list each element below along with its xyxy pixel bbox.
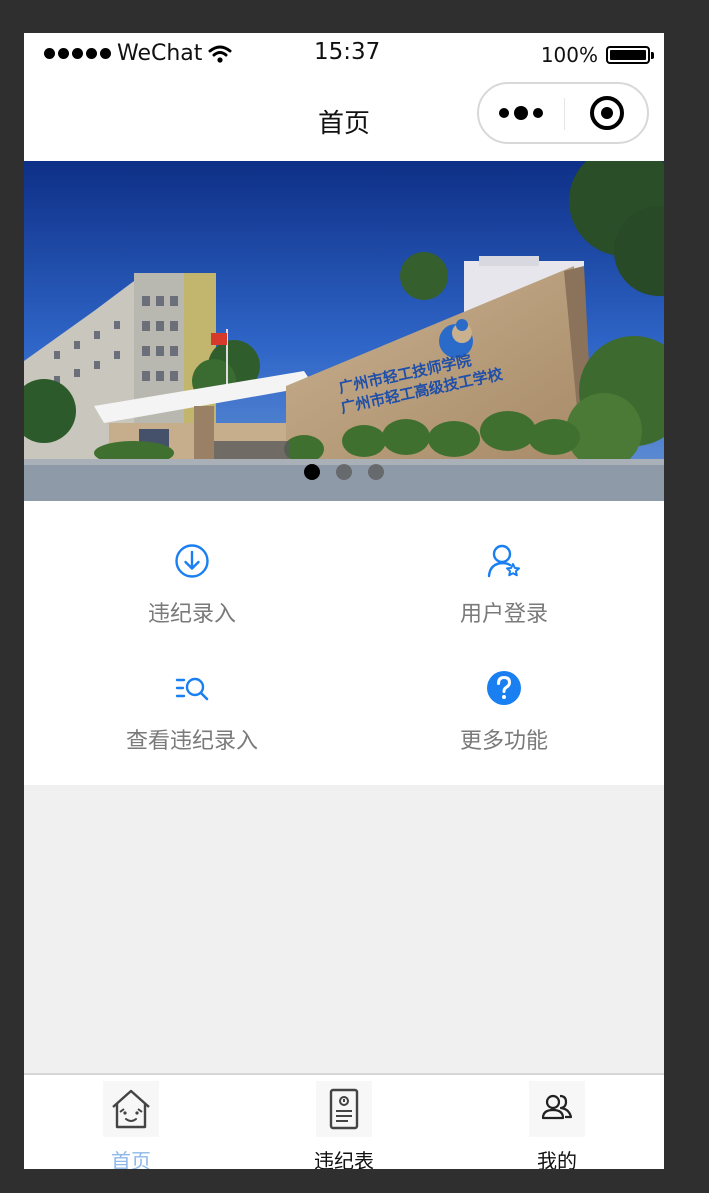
status-bar-left: WeChat — [44, 41, 232, 66]
battery-icon — [606, 46, 654, 64]
battery-percent: 100% — [540, 43, 598, 67]
grid-item-view-violations[interactable]: 查看违纪录入 — [32, 628, 352, 758]
home-icon — [103, 1081, 159, 1137]
status-time: 15:37 — [314, 39, 381, 65]
phone-screen: WeChat 15:37 100% 首页 广州市轻工技师学院 广州市轻工高级技工… — [24, 33, 664, 1169]
tab-home-label: 首页 — [111, 1149, 151, 1169]
function-grid: 违纪录入 用户登录 查看违纪录入 更多功能 — [24, 501, 664, 785]
carrier-label: WeChat — [117, 41, 203, 66]
carousel-dot-2[interactable] — [336, 464, 352, 480]
users-icon — [529, 1081, 585, 1137]
help-circle-icon — [487, 671, 521, 705]
more-icon[interactable] — [499, 106, 543, 120]
status-bar: WeChat 15:37 100% — [24, 33, 664, 77]
wifi-icon — [208, 45, 232, 63]
tab-violations-label: 违纪表 — [314, 1149, 374, 1169]
carousel-indicator — [304, 464, 384, 480]
tab-violations[interactable]: 违纪表 — [284, 1075, 404, 1169]
tab-mine-label: 我的 — [537, 1149, 577, 1169]
grid-item-violation-entry[interactable]: 违纪录入 — [32, 501, 352, 631]
document-icon — [316, 1081, 372, 1137]
list-search-icon — [175, 677, 209, 701]
grid-item-user-login[interactable]: 用户登录 — [344, 501, 664, 631]
banner-carousel[interactable]: 广州市轻工技师学院 广州市轻工高级技工学校 — [24, 161, 664, 501]
tab-bar: 首页 违纪表 我的 — [24, 1073, 664, 1169]
carousel-dot-1[interactable] — [304, 464, 320, 480]
navigation-bar: 首页 — [24, 77, 664, 161]
campus-photo: 广州市轻工技师学院 广州市轻工高级技工学校 — [24, 161, 664, 501]
capsule-divider — [564, 98, 565, 130]
status-bar-right: 100% — [540, 43, 654, 67]
mini-program-capsule — [477, 82, 649, 144]
tab-mine[interactable]: 我的 — [497, 1075, 617, 1169]
user-star-icon — [487, 544, 520, 578]
grid-item-label: 查看违纪录入 — [125, 729, 258, 754]
tab-home[interactable]: 首页 — [71, 1075, 191, 1169]
close-mini-program-icon[interactable] — [590, 96, 624, 130]
grid-item-label: 更多功能 — [459, 729, 548, 754]
grid-item-more-features[interactable]: 更多功能 — [344, 628, 664, 758]
signal-dots-icon — [44, 48, 111, 59]
grid-item-label: 违纪录入 — [147, 602, 236, 627]
grid-item-label: 用户登录 — [459, 602, 548, 627]
download-circle-icon — [175, 544, 209, 578]
carousel-dot-3[interactable] — [368, 464, 384, 480]
